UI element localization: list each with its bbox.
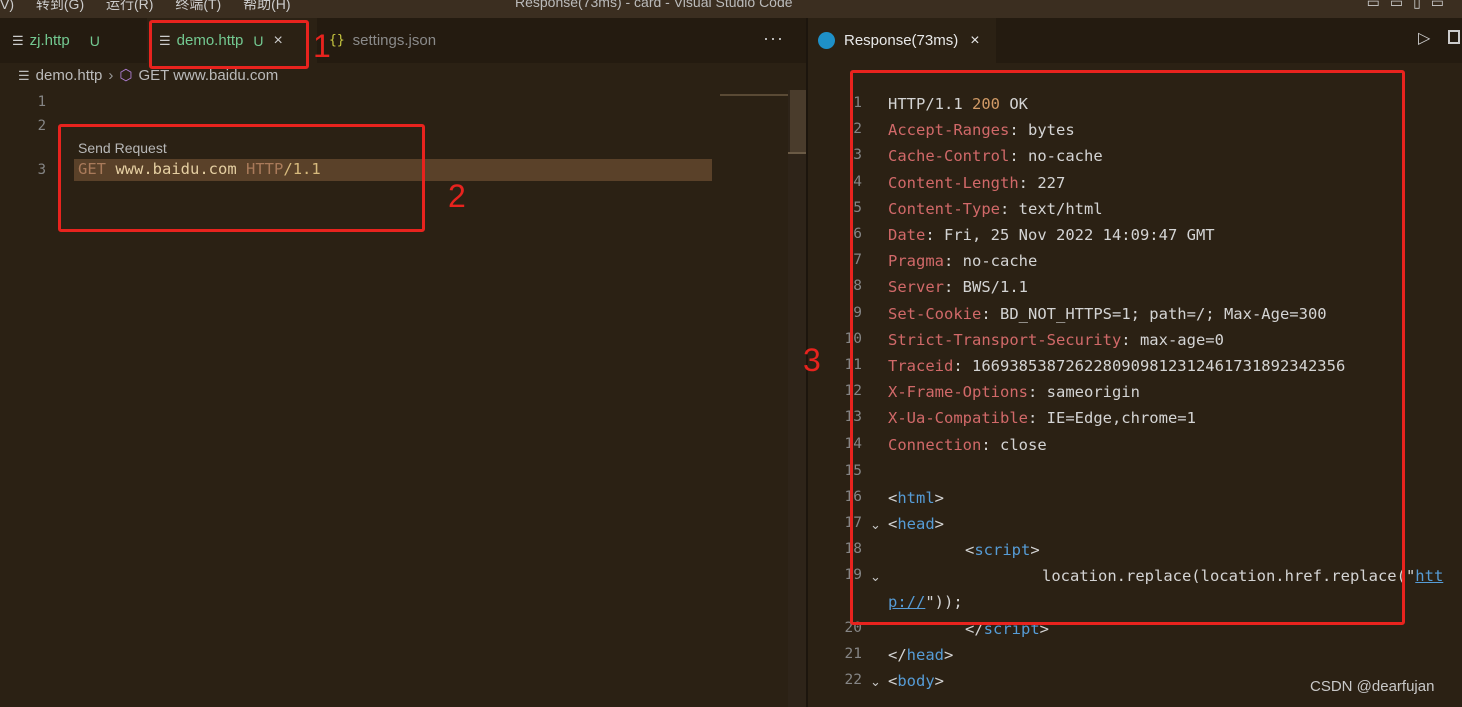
menu-item-help[interactable]: 帮助(H) (243, 0, 290, 12)
tag-name: head (906, 646, 944, 664)
annotation-number-2: 2 (448, 178, 466, 214)
line-number: 2 (37, 118, 46, 134)
line-number: 22 (844, 672, 862, 688)
untracked-badge: U (89, 32, 100, 49)
line-number: 1 (37, 94, 46, 110)
split-editor-icon[interactable] (1448, 30, 1460, 44)
tag-bracket: > (934, 672, 945, 690)
chevron-down-icon[interactable]: ⌄ (870, 674, 881, 690)
menu-item-run[interactable]: 运行(R) (106, 0, 153, 12)
tab-label: Response(73ms) (844, 32, 959, 49)
tag-name: body (897, 672, 935, 690)
right-tab-bar: Response(73ms) × ▷ (808, 18, 1462, 63)
file-lines-icon: ☰ (18, 68, 30, 83)
line-number: 21 (844, 646, 862, 662)
scrollbar-thumb[interactable] (790, 90, 806, 152)
layout-icons[interactable]: ▭▭▯▭ (1367, 0, 1454, 11)
chevron-right-icon: › (108, 67, 114, 84)
left-editor-group: ☰ zj.http U ☰ demo.http U × {} settings.… (0, 18, 806, 707)
more-actions-icon[interactable]: ··· (763, 28, 784, 49)
annotation-box-tab (149, 20, 309, 69)
close-icon[interactable]: × (970, 32, 979, 50)
code-line: </head> (888, 646, 953, 664)
annotation-number-1: 1 (313, 28, 331, 64)
line-number: 3 (37, 162, 46, 178)
url-link[interactable]: htt (1415, 567, 1443, 585)
vertical-scrollbar[interactable] (788, 90, 806, 707)
title-bar: V) 转到(G) 运行(R) 终端(T) 帮助(H) Response(73ms… (0, 0, 1462, 18)
rest-client-icon (818, 32, 835, 49)
menu-item-terminal[interactable]: 终端(T) (175, 0, 221, 12)
tag-bracket: </ (888, 646, 907, 664)
window-title: Response(73ms) - card - Visual Studio Co… (515, 0, 793, 10)
run-icon[interactable]: ▷ (1418, 28, 1430, 48)
menu-item-view[interactable]: V) (0, 0, 14, 12)
annotation-box-response (850, 70, 1405, 625)
overview-ruler-mark (720, 94, 798, 96)
tag-bracket: < (888, 672, 898, 690)
menu-item-go[interactable]: 转到(G) (36, 0, 84, 12)
tab-label: settings.json (352, 32, 437, 49)
tab-zj-http[interactable]: ☰ zj.http U (0, 18, 147, 63)
tab-settings-json[interactable]: {} settings.json (317, 18, 477, 63)
tab-label: zj.http (29, 32, 70, 49)
annotation-box-request (58, 124, 425, 232)
symbol-cube-icon: ⬡ (119, 67, 133, 84)
tag-bracket: > (944, 646, 954, 664)
scrollbar-cursor-marker (788, 152, 806, 154)
menu-bar: V) 转到(G) 运行(R) 终端(T) 帮助(H) (0, 0, 309, 14)
json-braces-icon: {} (329, 33, 345, 48)
tab-response[interactable]: Response(73ms) × (808, 18, 996, 63)
breadcrumb-file[interactable]: demo.http (36, 67, 103, 84)
watermark: CSDN @dearfujan (1310, 678, 1435, 695)
breadcrumb-symbol[interactable]: GET www.baidu.com (138, 67, 278, 84)
annotation-number-3: 3 (803, 342, 821, 378)
left-tab-bar: ☰ zj.http U ☰ demo.http U × {} settings.… (0, 18, 806, 63)
file-lines-icon: ☰ (12, 32, 24, 48)
code-line: <body> (888, 672, 944, 690)
